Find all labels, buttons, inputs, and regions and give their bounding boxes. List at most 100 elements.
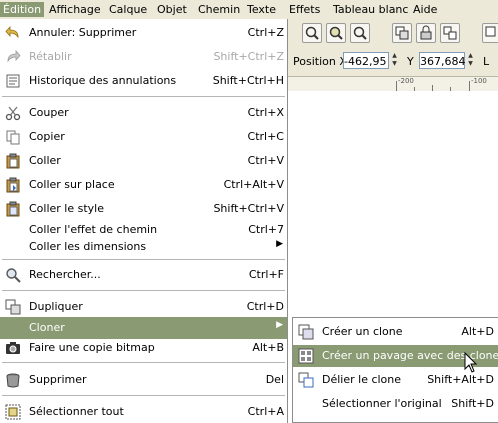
edit-menu: Annuler: Supprimer Ctrl+Z Rétablir Shift… [0,19,288,423]
menu-item-selectionner-tout[interactable]: Sélectionner tout Ctrl+A [0,401,287,423]
position-y-spinner[interactable]: ▲ ▼ [466,52,475,69]
menu-item-label: Annuler: Supprimer [29,26,137,39]
position-x-input[interactable]: -462,95 [343,52,389,69]
menu-item-accel: Ctrl+X [247,106,284,119]
menu-objet[interactable]: Objet [154,2,190,17]
menu-item-coller-dimensions[interactable]: Coller les dimensions ▶ [0,236,287,258]
menu-item-label: Rétablir [29,50,72,63]
search-icon [5,267,21,283]
menu-item-accel: Shift+Ctrl+V [213,202,284,215]
menu-item-retablir[interactable]: Rétablir Shift+Ctrl+Z [0,46,287,68]
node-tool-button[interactable] [482,23,498,43]
y-label: Y [407,55,414,68]
node-icon [485,26,496,37]
ungroup-icon [443,26,457,40]
menu-affichage[interactable]: Affichage [46,2,104,17]
menu-item-accel: Ctrl+A [247,405,284,418]
zoom-fit-page-button[interactable] [350,23,370,43]
tile-clones-icon [298,348,314,364]
menu-item-coller-sur-place[interactable]: Coller sur place Ctrl+Alt+V [0,174,287,196]
menu-item-label: Faire une copie bitmap [29,341,155,354]
submenu-item-accel: Alt+D [461,325,494,338]
submenu-item-accel: Shift+D [451,397,494,410]
menu-item-label: Coller sur place [29,178,115,191]
menu-item-accel: Shift+Ctrl+H [212,74,284,87]
submenu-arrow-icon: ▶ [276,320,283,330]
menu-item-couper[interactable]: Couper Ctrl+X [0,102,287,124]
submenu-item-label: Délier le clone [322,373,402,386]
submenu-item-accel: Shift+Alt+D [427,373,494,386]
menu-item-annuler[interactable]: Annuler: Supprimer Ctrl+Z [0,22,287,44]
submenu-item-creer-clone[interactable]: Créer un clone Alt+D [293,321,498,343]
menu-calque[interactable]: Calque [106,2,150,17]
menu-separator [2,96,285,97]
ruler-tick [469,81,470,91]
menu-item-label: Cloner [29,321,65,334]
menu-item-supprimer[interactable]: Supprimer Del [0,369,287,391]
menu-effets[interactable]: Effets [286,2,323,17]
menu-item-label: Sélectionner tout [29,405,124,418]
lock-button[interactable] [416,23,436,43]
paste-style-icon [5,201,21,217]
zoom-page-icon [353,26,367,40]
position-x-spinner[interactable]: ▲ ▼ [390,52,399,69]
menu-item-label: Historique des annulations [29,74,177,87]
l-label: L [483,55,490,68]
menu-item-accel: Del [265,373,284,386]
menu-item-accel: Ctrl+F [248,268,284,281]
menu-item-label: Coller les dimensions [29,240,147,253]
menu-item-copier[interactable]: Copier Ctrl+C [0,126,287,148]
menu-item-dupliquer[interactable]: Dupliquer Ctrl+D [0,296,287,318]
menu-item-accel: Ctrl+7 [248,223,284,236]
menu-item-label: Coller l'effet de chemin [29,223,158,236]
menu-chemin[interactable]: Chemin [195,2,243,17]
menu-item-label: Dupliquer [29,300,83,313]
history-icon [5,73,21,89]
menu-item-coller[interactable]: Coller Ctrl+V [0,150,287,172]
menu-texte[interactable]: Texte [244,2,279,17]
menu-item-accel: Alt+B [252,341,284,354]
submenu-item-label: Sélectionner l'original [322,397,442,410]
menu-item-accel: Ctrl+Alt+V [223,178,284,191]
menu-separator [2,362,285,363]
menu-item-label: Couper [29,106,69,119]
menubar: Édition Affichage Calque Objet Chemin Te… [0,0,498,20]
menu-separator [2,259,285,260]
ungroup-button[interactable] [440,23,460,43]
position-x-label: Position X [293,55,347,68]
menu-item-label: Copier [29,130,65,143]
unlink-clone-icon [298,372,314,388]
menu-aide[interactable]: Aide [410,2,440,17]
undo-icon [5,25,21,41]
menu-separator [2,290,285,291]
menu-item-coller-le-style[interactable]: Coller le style Shift+Ctrl+V [0,198,287,220]
ruler-tick [396,81,397,91]
menu-item-copie-bitmap[interactable]: Faire une copie bitmap Alt+B [0,337,287,359]
submenu-item-selectionner-original[interactable]: Sélectionner l'original Shift+D [293,393,498,415]
submenu-arrow-icon: ▶ [276,239,283,249]
redo-icon [5,49,21,65]
zoom-fit-selection-button[interactable] [326,23,346,43]
group-button[interactable] [392,23,412,43]
position-y-input[interactable]: 367,684 [419,52,466,69]
horizontal-ruler: -200 -100 [288,76,498,92]
menu-item-accel: Ctrl+V [247,154,284,167]
menu-item-rechercher[interactable]: Rechercher... Ctrl+F [0,264,287,286]
paste-in-place-icon [5,177,21,193]
group-icon [395,26,409,40]
menu-item-historique[interactable]: Historique des annulations Shift+Ctrl+H [0,70,287,92]
camera-icon [5,340,21,356]
position-row: Position X -462,95 ▲ ▼ Y 367,684 ▲ ▼ L [288,51,498,73]
menu-edition[interactable]: Édition [0,2,45,17]
select-all-icon [5,404,21,420]
zoom-fit-drawing-button[interactable] [302,23,322,43]
menu-item-label: Coller le style [29,202,105,215]
menu-item-cloner[interactable]: Cloner ▶ [0,317,287,339]
menu-item-label: Coller [29,154,61,167]
zoom-selection-icon [329,26,343,40]
lock-icon [420,25,432,40]
menu-tableau-blanc[interactable]: Tableau blanc [330,2,411,17]
paste-icon [5,153,21,169]
clone-icon [298,324,314,340]
ruler-label: -200 [398,77,414,85]
